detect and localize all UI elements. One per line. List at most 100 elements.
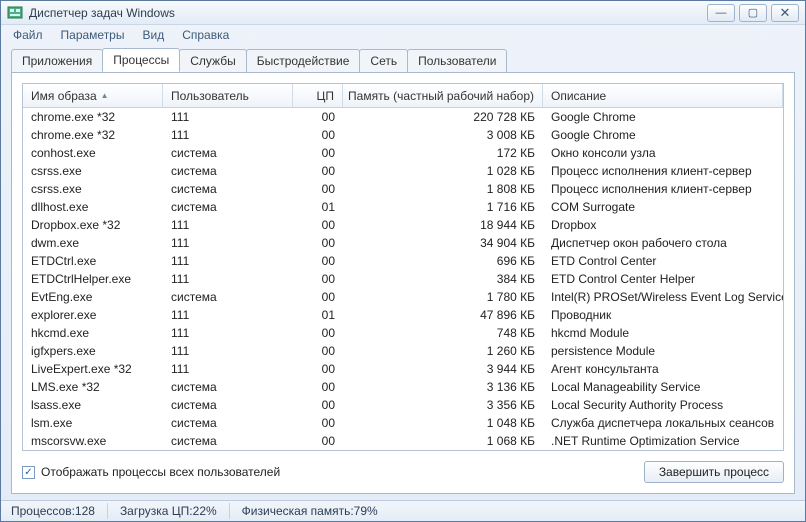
cell-mem: 3 136 КБ xyxy=(343,380,543,394)
cell-image: ETDCtrlHelper.exe xyxy=(23,272,163,286)
cell-mem: 1 260 КБ xyxy=(343,344,543,358)
table-row[interactable]: conhost.exeсистема00172 КБОкно консоли у… xyxy=(23,144,783,162)
status-memory: Физическая память: 79% xyxy=(242,503,390,519)
status-memory-value: 79% xyxy=(354,504,378,518)
tabs: Приложения Процессы Службы Быстродействи… xyxy=(1,48,805,72)
table-body[interactable]: chrome.exe *3211100220 728 КБGoogle Chro… xyxy=(23,108,783,450)
cell-cpu: 00 xyxy=(293,254,343,268)
table-row[interactable]: ETDCtrl.exe11100696 КБETD Control Center xyxy=(23,252,783,270)
close-button[interactable]: ✕ xyxy=(771,4,799,22)
cell-desc: Google Chrome xyxy=(543,110,783,124)
cell-image: mscorsvw.exe xyxy=(23,434,163,448)
table-row[interactable]: chrome.exe *32111003 008 КБGoogle Chrome xyxy=(23,126,783,144)
col-image-name-label: Имя образа xyxy=(31,89,97,103)
end-process-button[interactable]: Завершить процесс xyxy=(644,461,784,483)
cell-image: ETDCtrl.exe xyxy=(23,254,163,268)
cell-cpu: 00 xyxy=(293,218,343,232)
col-image-name[interactable]: Имя образа ▲ xyxy=(23,84,163,107)
tab-applications[interactable]: Приложения xyxy=(11,49,103,73)
cell-user: 111 xyxy=(163,128,293,142)
cell-image: conhost.exe xyxy=(23,146,163,160)
cell-desc: ETD Control Center xyxy=(543,254,783,268)
cell-user: система xyxy=(163,200,293,214)
cell-cpu: 00 xyxy=(293,434,343,448)
table-header: Имя образа ▲ Пользователь ЦП Память (час… xyxy=(23,84,783,108)
status-processes-label: Процессов: xyxy=(11,504,75,518)
cell-desc: Процесс исполнения клиент-сервер xyxy=(543,182,783,196)
table-row[interactable]: lsm.exeсистема001 048 КБСлужба диспетчер… xyxy=(23,414,783,432)
table-row[interactable]: csrss.exeсистема001 028 КБПроцесс исполн… xyxy=(23,162,783,180)
cell-user: 111 xyxy=(163,110,293,124)
table-row[interactable]: ETDCtrlHelper.exe11100384 КБETD Control … xyxy=(23,270,783,288)
status-cpu-value: 22% xyxy=(193,504,217,518)
status-cpu-label: Загрузка ЦП: xyxy=(120,504,193,518)
cell-image: chrome.exe *32 xyxy=(23,128,163,142)
table-row[interactable]: EvtEng.exeсистема001 780 КБIntel(R) PROS… xyxy=(23,288,783,306)
cell-image: csrss.exe xyxy=(23,164,163,178)
status-cpu: Загрузка ЦП: 22% xyxy=(120,503,230,519)
maximize-button[interactable]: ▢ xyxy=(739,4,767,22)
tab-network[interactable]: Сеть xyxy=(359,49,408,73)
col-cpu[interactable]: ЦП xyxy=(293,84,343,107)
cell-cpu: 00 xyxy=(293,182,343,196)
cell-mem: 34 904 КБ xyxy=(343,236,543,250)
cell-mem: 3 356 КБ xyxy=(343,398,543,412)
cell-desc: Диспетчер окон рабочего стола xyxy=(543,236,783,250)
table-row[interactable]: LiveExpert.exe *32111003 944 КБАгент кон… xyxy=(23,360,783,378)
show-all-users-checkbox[interactable]: ✓ Отображать процессы всех пользователей xyxy=(22,465,280,479)
minimize-button[interactable]: — xyxy=(707,4,735,22)
window-controls: — ▢ ✕ xyxy=(707,4,799,22)
menu-options[interactable]: Параметры xyxy=(53,26,133,44)
cell-user: 111 xyxy=(163,236,293,250)
table-row[interactable]: lsass.exeсистема003 356 КБLocal Security… xyxy=(23,396,783,414)
table-row[interactable]: igfxpers.exe111001 260 КБpersistence Mod… xyxy=(23,342,783,360)
menu-view[interactable]: Вид xyxy=(134,26,172,44)
cell-mem: 220 728 КБ xyxy=(343,110,543,124)
cell-user: 111 xyxy=(163,308,293,322)
pane-footer: ✓ Отображать процессы всех пользователей… xyxy=(22,459,784,485)
cell-cpu: 00 xyxy=(293,110,343,124)
table-row[interactable]: dwm.exe1110034 904 КБДиспетчер окон рабо… xyxy=(23,234,783,252)
tab-services[interactable]: Службы xyxy=(179,49,246,73)
app-icon xyxy=(7,5,23,21)
table-row[interactable]: Dropbox.exe *321110018 944 КБDropbox xyxy=(23,216,783,234)
cell-cpu: 00 xyxy=(293,326,343,340)
tab-processes[interactable]: Процессы xyxy=(102,48,180,72)
cell-user: система xyxy=(163,398,293,412)
cell-user: система xyxy=(163,146,293,160)
cell-desc: Процесс исполнения клиент-сервер xyxy=(543,164,783,178)
tab-performance[interactable]: Быстродействие xyxy=(246,49,361,73)
cell-cpu: 00 xyxy=(293,272,343,286)
cell-image: chrome.exe *32 xyxy=(23,110,163,124)
show-all-users-label: Отображать процессы всех пользователей xyxy=(41,465,280,479)
table-row[interactable]: csrss.exeсистема001 808 КБПроцесс исполн… xyxy=(23,180,783,198)
menu-file[interactable]: Файл xyxy=(5,26,51,44)
cell-cpu: 00 xyxy=(293,344,343,358)
col-user[interactable]: Пользователь xyxy=(163,84,293,107)
cell-image: lsm.exe xyxy=(23,416,163,430)
table-row[interactable]: hkcmd.exe11100748 КБhkcmd Module xyxy=(23,324,783,342)
table-row[interactable]: mscorsvw.exeсистема001 068 КБ.NET Runtim… xyxy=(23,432,783,450)
cell-desc: Проводник xyxy=(543,308,783,322)
menu-help[interactable]: Справка xyxy=(174,26,237,44)
cell-mem: 384 КБ xyxy=(343,272,543,286)
cell-image: EvtEng.exe xyxy=(23,290,163,304)
cell-user: 111 xyxy=(163,254,293,268)
col-description[interactable]: Описание xyxy=(543,84,783,107)
table-row[interactable]: dllhost.exeсистема011 716 КБCOM Surrogat… xyxy=(23,198,783,216)
table-row[interactable]: LMS.exe *32система003 136 КБLocal Manage… xyxy=(23,378,783,396)
cell-user: 111 xyxy=(163,218,293,232)
cell-desc: Агент консультанта xyxy=(543,362,783,376)
table-row[interactable]: explorer.exe1110147 896 КБПроводник xyxy=(23,306,783,324)
titlebar[interactable]: Диспетчер задач Windows — ▢ ✕ xyxy=(1,1,805,25)
cell-image: LiveExpert.exe *32 xyxy=(23,362,163,376)
cell-image: Dropbox.exe *32 xyxy=(23,218,163,232)
cell-image: dwm.exe xyxy=(23,236,163,250)
cell-mem: 1 048 КБ xyxy=(343,416,543,430)
col-memory[interactable]: Память (частный рабочий набор) xyxy=(343,84,543,107)
cell-mem: 748 КБ xyxy=(343,326,543,340)
table-row[interactable]: chrome.exe *3211100220 728 КБGoogle Chro… xyxy=(23,108,783,126)
tab-users[interactable]: Пользователи xyxy=(407,49,507,73)
cell-cpu: 01 xyxy=(293,308,343,322)
cell-user: система xyxy=(163,434,293,448)
